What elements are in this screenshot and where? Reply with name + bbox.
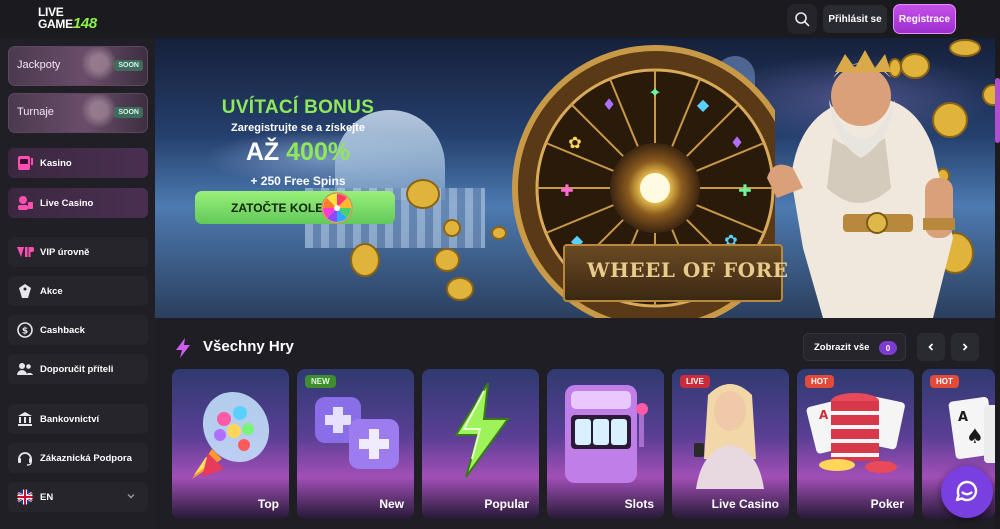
bonus-amount-prefix: AŽ: [245, 138, 287, 166]
svg-text:A: A: [819, 408, 829, 422]
category-card-live-casino[interactable]: LIVE Live Casino: [672, 369, 789, 519]
live-chat-button[interactable]: [941, 466, 993, 518]
soon-badge: SOON: [114, 107, 143, 118]
hot-badge: HOT: [805, 375, 834, 388]
sidebar-item-label: Akce: [40, 285, 63, 297]
soon-badge: SOON: [114, 60, 143, 71]
color-wheel-icon: [321, 192, 353, 224]
sidebar-item-refer-friend[interactable]: Doporučit příteli: [8, 354, 148, 384]
svg-text:♠: ♠: [966, 424, 984, 448]
hot-badge: HOT: [930, 375, 959, 388]
category-label: Live Casino: [711, 497, 779, 511]
sidebar-item-label: Doporučit příteli: [40, 363, 114, 375]
new-badge: NEW: [305, 375, 336, 388]
logo-number: 148: [72, 15, 97, 32]
category-card-poker[interactable]: A HOT Poker: [797, 369, 914, 519]
chevron-left-icon: [928, 343, 934, 351]
tag-icon: [14, 280, 36, 302]
show-all-label: Zobrazit vše: [814, 341, 870, 353]
chevron-right-icon: [962, 343, 968, 351]
carousel-prev-button[interactable]: [917, 333, 945, 361]
language-label: EN: [40, 491, 54, 503]
uk-flag-icon: [14, 486, 36, 508]
logo-line2: GAME: [38, 17, 73, 31]
category-card-new[interactable]: NEW New: [297, 369, 414, 519]
bank-icon: [14, 408, 36, 430]
live-dealer-icon: [14, 192, 36, 214]
slot-machine-image: [565, 385, 648, 483]
sidebar-item-label: Bankovnictví: [40, 413, 100, 425]
scrollbar-thumb[interactable]: [995, 78, 1000, 143]
promo-art: [79, 94, 119, 132]
sidebar-item-casino[interactable]: Kasino: [8, 148, 148, 178]
sidebar-item-label: Cashback: [40, 324, 85, 336]
bonus-title: UVÍTACÍ BONUS: [221, 97, 375, 118]
bonus-free-spins: + 250 Free Spins: [250, 174, 346, 188]
vip-icon: [14, 241, 36, 263]
rocket-gumball-image: [192, 391, 270, 479]
all-games-section: Všechny Hry Zobrazit vše 0 Top NEW New P…: [155, 318, 1000, 529]
slot-machine-icon: [14, 152, 36, 174]
category-card-slots[interactable]: Slots: [547, 369, 664, 519]
category-label: Poker: [870, 497, 904, 511]
users-icon: [14, 358, 36, 380]
chat-bubble-icon: [955, 480, 978, 502]
category-card-top[interactable]: Top: [172, 369, 289, 519]
search-button[interactable]: [787, 4, 817, 34]
section-title: Všechny Hry: [203, 338, 294, 355]
sidebar-item-cashback[interactable]: $ Cashback: [8, 315, 148, 345]
lightning-icon: [176, 338, 190, 358]
show-all-button[interactable]: Zobrazit vše 0: [803, 333, 906, 361]
sidebar: Jackpoty SOON Turnaje SOON Kasino Live C…: [0, 38, 155, 529]
promo-label: Jackpoty: [17, 59, 61, 71]
category-label: Top: [257, 497, 279, 511]
chevron-down-icon: [127, 494, 135, 499]
category-label: New: [379, 497, 404, 511]
sidebar-item-vip[interactable]: VIP úrovně: [8, 237, 148, 267]
category-card-popular[interactable]: Popular: [422, 369, 539, 519]
svg-text:$: $: [22, 327, 28, 337]
language-selector[interactable]: EN: [8, 482, 148, 512]
headset-icon: [14, 447, 36, 469]
zeus-character-image: [767, 50, 955, 318]
sidebar-item-promotions[interactable]: Akce: [8, 276, 148, 306]
category-label: Slots: [624, 497, 654, 511]
welcome-bonus-banner[interactable]: ✦ ◆ ♦ ✚ ✿ ♥ ★ ✦ ◆ ✚ ✿ ♦ WHEEL OF FORE: [155, 38, 995, 318]
search-icon: [795, 12, 810, 27]
login-button[interactable]: Přihlásit se: [823, 5, 887, 33]
bonus-amount-value: 400%: [286, 138, 351, 166]
promo-art: [79, 47, 119, 85]
bonus-subtitle: Zaregistrujte se a získejte: [231, 122, 365, 134]
sidebar-promo-tournaments[interactable]: Turnaje SOON: [8, 93, 148, 133]
cashback-icon: $: [14, 319, 36, 341]
green-lightning-image: [454, 382, 510, 478]
register-button[interactable]: Registrace: [893, 4, 956, 34]
live-badge: LIVE: [680, 375, 710, 388]
sidebar-item-label: Live Casino: [40, 197, 94, 209]
sidebar-promo-jackpots[interactable]: Jackpoty SOON: [8, 46, 148, 86]
show-all-count: 0: [879, 341, 897, 355]
bonus-amount: AŽ 400%: [203, 138, 393, 167]
sidebar-item-live-casino[interactable]: Live Casino: [8, 188, 148, 218]
sidebar-item-banking[interactable]: Bankovnictví: [8, 404, 148, 434]
category-label: Popular: [484, 497, 529, 511]
sidebar-item-support[interactable]: Zákaznická Podpora: [8, 443, 148, 473]
sidebar-item-label: Kasino: [40, 157, 72, 169]
carousel-next-button[interactable]: [951, 333, 979, 361]
sidebar-item-label: Zákaznická Podpora: [40, 452, 132, 464]
page-scrollbar[interactable]: [995, 38, 1000, 529]
spin-wheel-button[interactable]: ZATOČTE KOLEM!: [195, 191, 395, 224]
sidebar-item-label: VIP úrovně: [40, 246, 90, 258]
svg-text:A: A: [958, 410, 968, 425]
promo-label: Turnaje: [17, 106, 54, 118]
site-logo[interactable]: LIVE GAME148: [38, 6, 97, 32]
top-header: LIVE GAME148 Přihlásit se Registrace: [0, 0, 1000, 38]
